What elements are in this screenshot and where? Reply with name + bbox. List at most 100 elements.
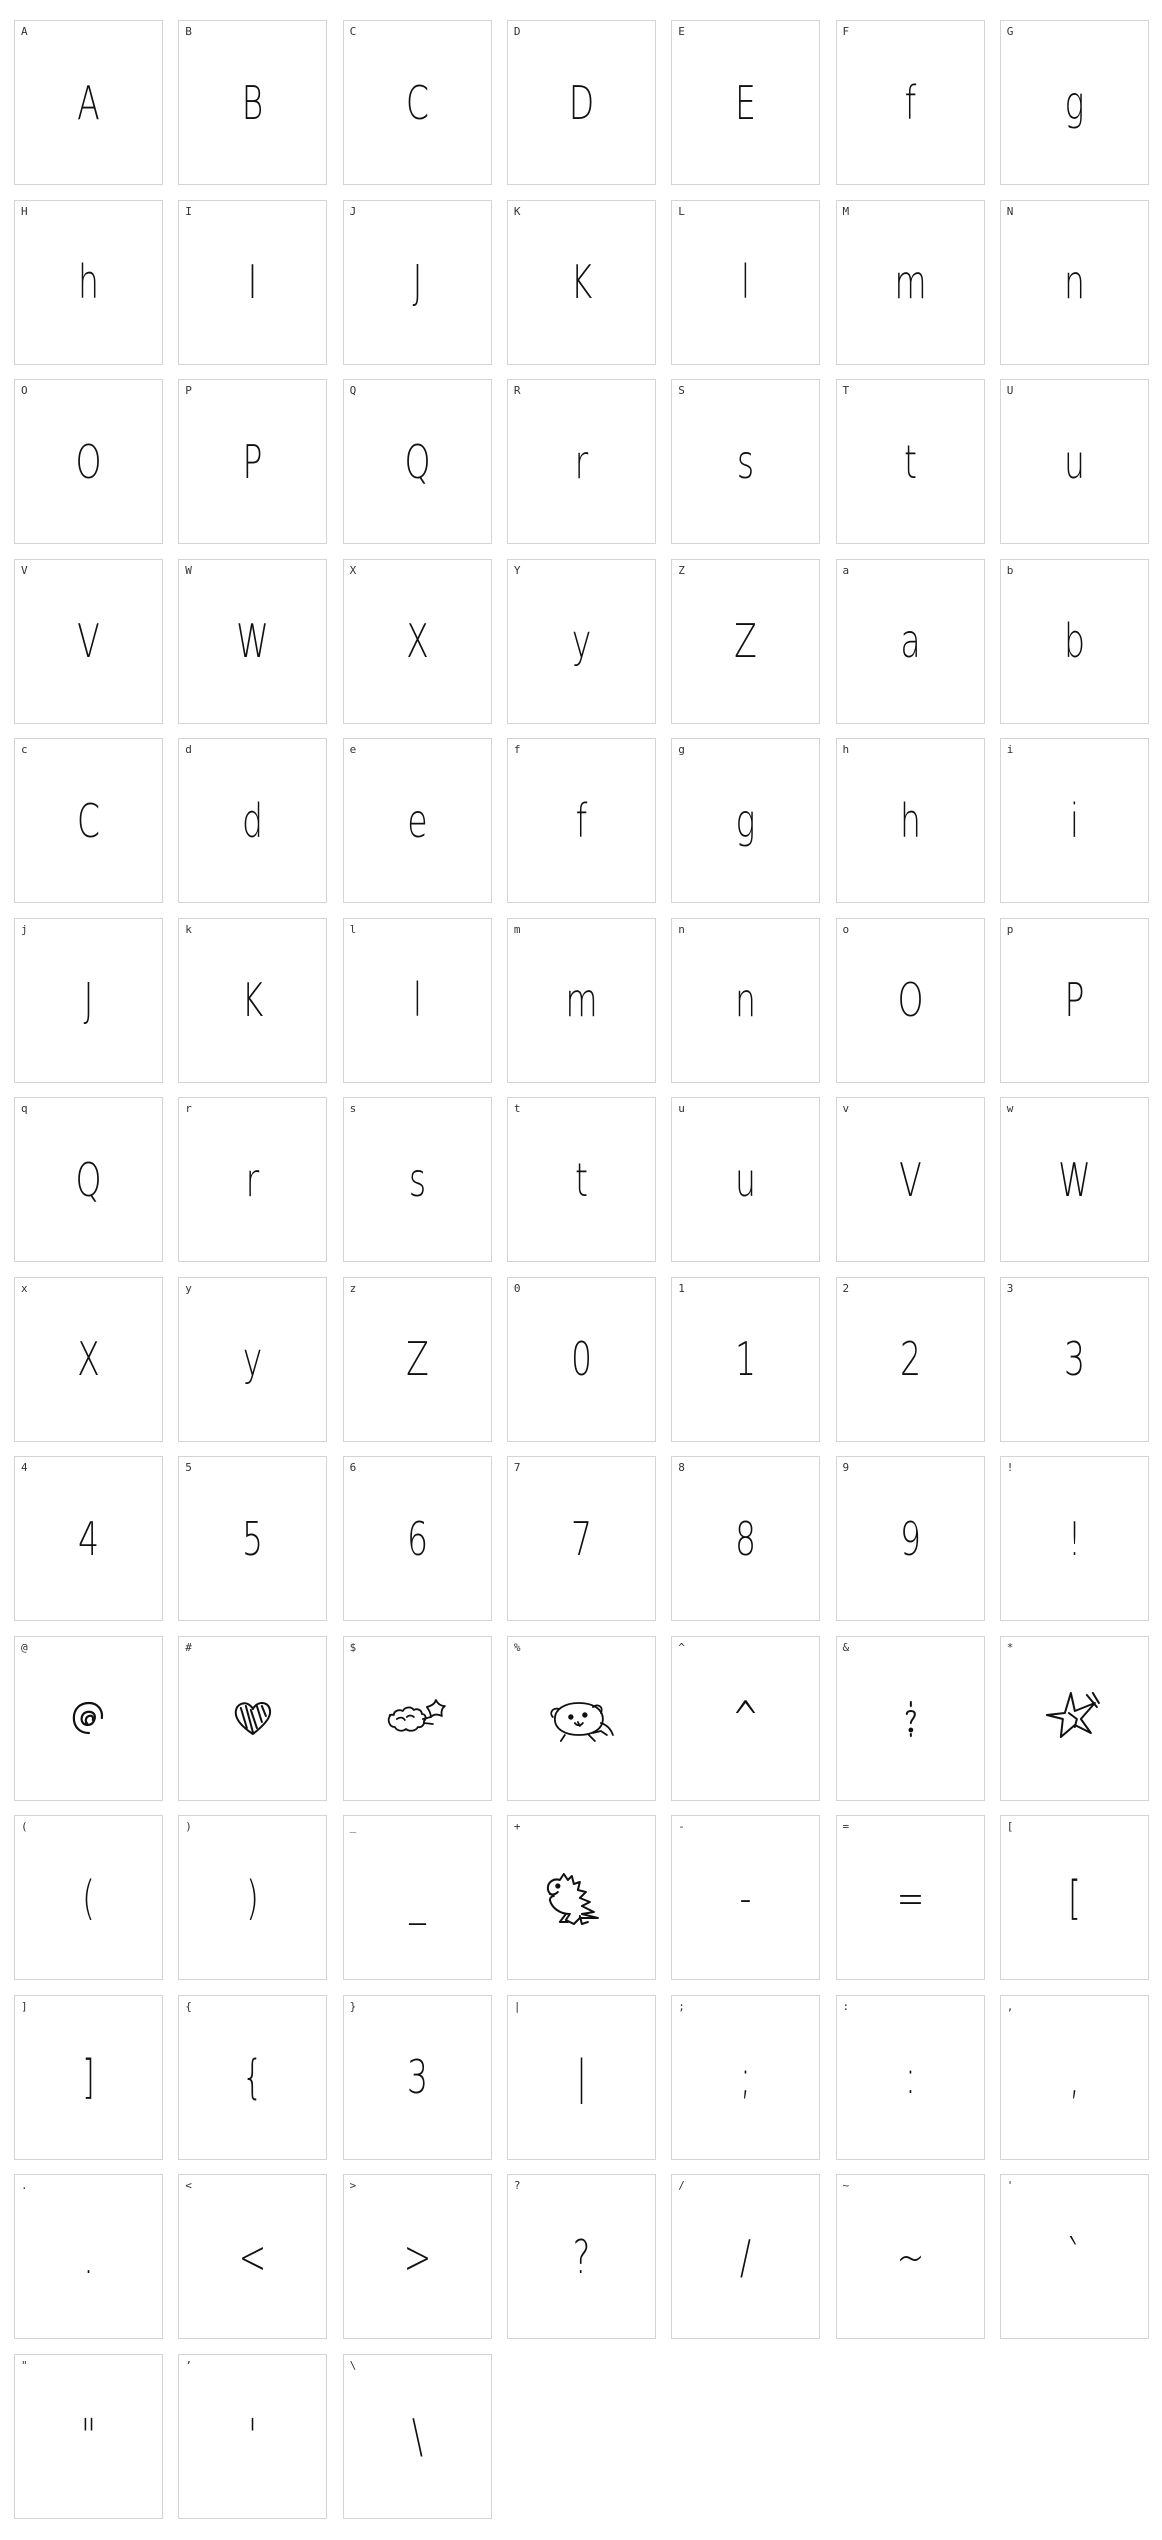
glyph-label: % — [513, 1640, 521, 1654]
glyph-sample: u — [1063, 434, 1085, 489]
glyph-sample: Q — [404, 434, 431, 489]
glyph-sample: h — [899, 793, 921, 848]
glyph-sample: I — [247, 255, 258, 309]
glyph-cell: wW — [999, 1097, 1149, 1262]
glyph-sample: 1 — [735, 1332, 757, 1386]
glyph-label: L — [678, 204, 685, 218]
glyph-cell: > > — [342, 2174, 492, 2339]
glyph-label: ' — [1006, 2179, 1014, 2192]
glyph-sample: m — [565, 973, 598, 1027]
glyph-label: ~ — [842, 2179, 850, 2192]
glyph-label: Y — [513, 563, 521, 577]
glyph-cell: & — [835, 1635, 985, 1801]
glyph-sample: a — [899, 614, 921, 668]
glyph-cell: ll — [342, 917, 492, 1083]
glyph-label: # — [185, 1640, 192, 1654]
glyph-sample: { — [242, 2050, 264, 2104]
glyph-cell: Ff — [835, 20, 985, 185]
glyph-sample: E — [735, 75, 757, 130]
glyph-label: \ — [349, 2358, 357, 2372]
glyph-sample: W — [1057, 1152, 1091, 1207]
glyph-label: r — [185, 1102, 192, 1115]
glyph-label: } — [349, 1999, 357, 2013]
glyph-label: w — [1006, 1102, 1014, 1115]
glyph-label: T — [842, 384, 850, 397]
glyph-cell: Gg — [999, 20, 1149, 185]
glyph-label: . — [21, 2179, 28, 2192]
glyph-sample: : — [904, 2050, 916, 2104]
glyph-cell: ?? — [506, 2174, 656, 2339]
glyph-cell: ,, — [999, 1994, 1149, 2160]
glyph-label: : — [842, 1999, 850, 2013]
bear-face-icon — [528, 1637, 634, 1800]
glyph-cell: .. — [14, 2174, 163, 2339]
glyph-label: ; — [678, 1999, 685, 2013]
glyph-label: e — [349, 743, 357, 756]
glyph-label: , — [1006, 1999, 1014, 2013]
glyph-cell: tt — [506, 1097, 656, 1262]
glyph-cell: ii — [999, 738, 1149, 903]
glyph-label: < — [185, 2179, 192, 2192]
glyph-cell: | | — [506, 1994, 656, 2160]
glyph-cell: PP — [178, 379, 328, 544]
glyph-cell: BB — [178, 20, 328, 185]
glyph-label: j — [21, 922, 28, 936]
glyph-cell: * — [999, 1635, 1149, 1801]
glyph-cell: ss — [342, 1097, 492, 1262]
glyph-label: | — [513, 1999, 521, 2013]
glyph-cell: 99 — [835, 1456, 985, 1621]
glyph-cell: WW — [178, 558, 328, 724]
glyph-cell: II — [178, 199, 328, 365]
glyph-cell: Ll — [671, 199, 821, 365]
glyph-sample: J — [412, 255, 422, 309]
glyph-label: h — [842, 743, 850, 756]
glyph-label: - — [678, 1820, 685, 1833]
glyph-label: f — [513, 743, 521, 756]
glyph-sample: ; — [740, 2050, 752, 2104]
glyph-label: d — [185, 743, 192, 756]
glyph-cell: gg — [671, 738, 821, 903]
glyph-cell: pP — [999, 917, 1149, 1083]
glyph-cell: qQ — [14, 1097, 163, 1262]
glyph-sample: 5 — [242, 1511, 264, 1566]
glyph-sample: u — [735, 1152, 757, 1207]
glyph-label: g — [678, 743, 685, 756]
glyph-cell: Tt — [835, 379, 985, 544]
glyph-label: H — [21, 204, 28, 218]
glyph-cell: -- — [671, 1815, 821, 1980]
glyph-cell: Yy — [506, 558, 656, 724]
glyph-label: c — [21, 743, 28, 756]
glyph-label: Z — [678, 563, 685, 577]
glyph-label: ’ — [185, 2358, 192, 2372]
glyph-label: s — [349, 1102, 357, 1115]
glyph-cell: aa — [835, 558, 985, 724]
glyph-label: W — [185, 563, 192, 577]
glyph-sample: f — [904, 75, 916, 130]
glyph-sample: g — [735, 793, 756, 848]
glyph-sample: 2 — [899, 1332, 921, 1386]
glyph-sample: O — [75, 434, 102, 489]
glyph-sample: r — [574, 434, 589, 489]
glyph-label: p — [1006, 922, 1014, 936]
glyph-sample: / — [740, 2229, 752, 2284]
glyph-label: a — [842, 563, 850, 577]
glyph-cell: uu — [671, 1097, 821, 1262]
glyph-cell: zZ — [342, 1276, 492, 1442]
glyph-label: @ — [21, 1640, 28, 1654]
glyph-label: ? — [513, 2179, 521, 2192]
glyph-cell: bb — [999, 558, 1149, 724]
glyph-sample: 9 — [899, 1511, 921, 1566]
glyph-cell: _ _ — [342, 1815, 492, 1980]
glyph-label: K — [513, 204, 521, 218]
glyph-sample: ` — [1066, 2229, 1083, 2284]
glyph-label: q — [21, 1102, 28, 1115]
glyph-sample: D — [568, 75, 595, 130]
glyph-cell: 44 — [14, 1456, 163, 1621]
glyph-sample: A — [77, 75, 100, 130]
glyph-sample: f — [575, 793, 588, 848]
glyph-label: b — [1006, 563, 1014, 577]
glyph-cell: DD — [506, 20, 656, 185]
glyph-label: G — [1006, 25, 1014, 38]
glyph-sample: P — [242, 434, 263, 489]
glyph-label: X — [349, 563, 357, 577]
